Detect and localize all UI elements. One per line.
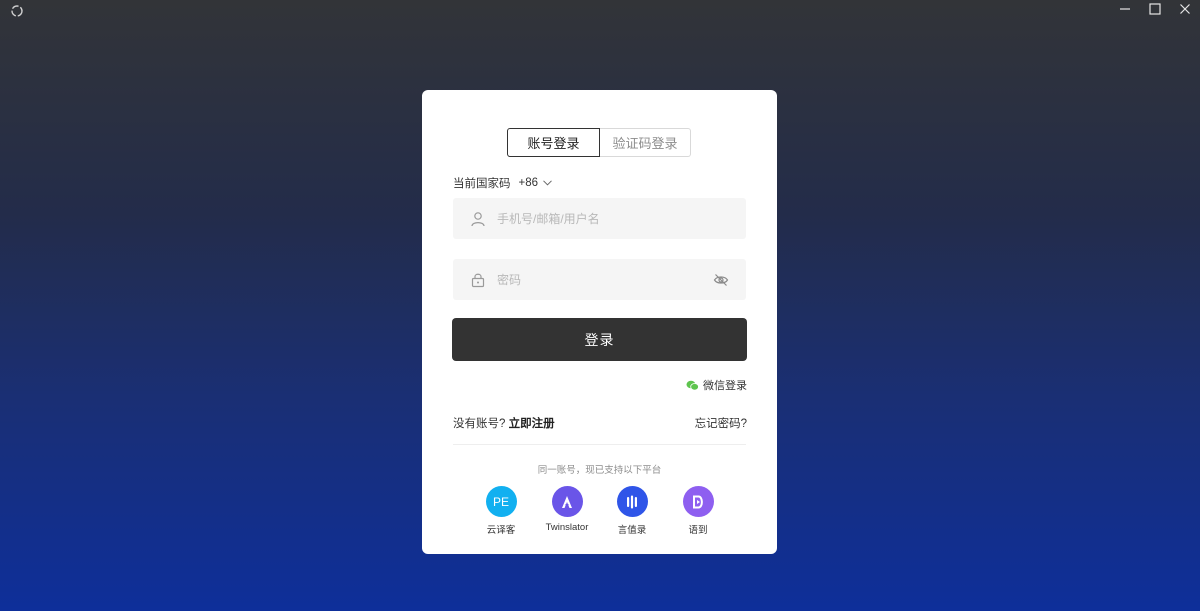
tab-account-login[interactable]: 账号登录 [507,128,600,157]
platform-yudao[interactable]: 语到 [668,486,728,536]
eye-hidden-icon[interactable] [713,272,729,288]
minimize-button[interactable] [1110,0,1140,18]
maximize-button[interactable] [1140,0,1170,18]
forgot-password-link[interactable]: 忘记密码? [695,415,747,431]
login-button[interactable]: 登录 [452,318,747,361]
platform-yunyike[interactable]: PE 云译客 [471,486,531,536]
lock-icon [470,272,486,288]
user-icon [470,211,486,227]
chevron-down-icon [543,180,552,186]
yudao-icon [682,486,714,517]
platform-name: 语到 [688,525,708,536]
wechat-icon [686,380,699,391]
register-row: 没有账号? 立即注册 [453,415,555,431]
yanzhilu-icon [616,486,648,517]
country-code-row: 当前国家码 +86 [453,175,552,191]
tab-code-login[interactable]: 验证码登录 [600,128,691,157]
platform-yanzhilu[interactable]: 言值录 [602,486,662,536]
username-input[interactable] [495,210,699,227]
platform-name: 言值录 [617,525,647,536]
supported-platforms-text: 同一账号，现已支持以下平台 [537,465,662,476]
platform-twinslator[interactable]: Twinslator [537,486,597,533]
yunyike-icon: PE [485,486,517,517]
platform-name: Twinslator [545,522,589,533]
country-code-value: +86 [518,177,539,189]
login-card: 账号登录 验证码登录 当前国家码 +86 登录 微信登录 没有账号? 立即注册 … [422,90,777,554]
wechat-login-link[interactable]: 微信登录 [686,377,747,393]
platform-name: 云译客 [486,525,516,536]
close-button[interactable] [1170,0,1200,18]
yunyike-icon-text: PE [492,494,509,509]
password-input[interactable] [495,271,699,288]
country-code-label: 当前国家码 [453,178,511,190]
wechat-login-label: 微信登录 [703,380,747,392]
register-prompt: 没有账号? [453,418,506,430]
divider [453,444,746,445]
register-link[interactable]: 立即注册 [509,418,555,430]
app-logo-icon [10,4,24,18]
username-field [453,198,746,239]
twinslator-icon [551,486,583,517]
login-tabs: 账号登录 验证码登录 [507,128,691,157]
country-code-select[interactable]: +86 [519,177,553,189]
password-field [453,259,746,300]
